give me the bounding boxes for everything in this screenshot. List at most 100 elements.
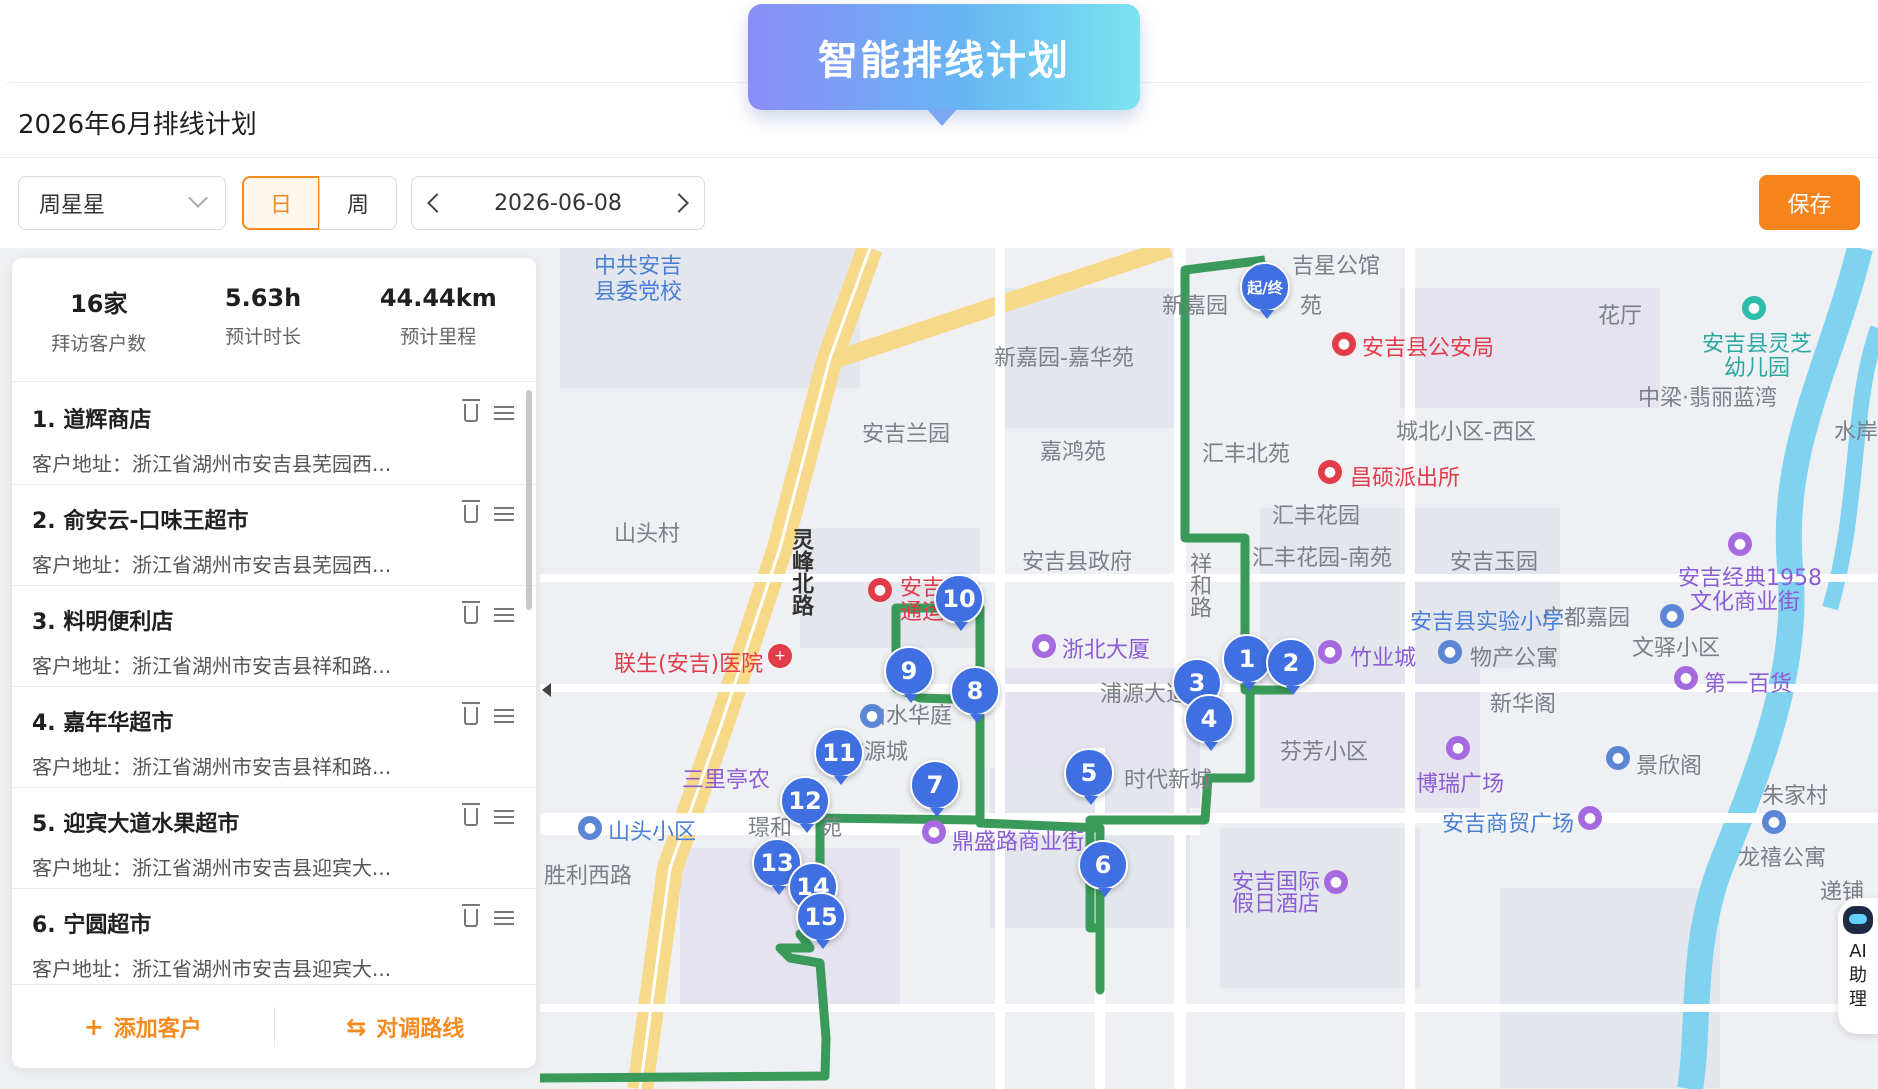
drag-handle-icon[interactable] — [494, 608, 514, 622]
map-label: 汇丰花园-南苑 — [1252, 546, 1392, 571]
route-start-marker[interactable]: 起/终 — [1240, 262, 1290, 319]
map-label: 县委党校 — [594, 280, 683, 305]
stat-visit-count: 16家 拜访客户数 — [51, 284, 146, 381]
map-label: 花厅 — [1598, 304, 1643, 329]
drag-handle-icon[interactable] — [494, 810, 514, 824]
stat-label: 预计时长 — [225, 326, 302, 348]
residence-poi-icon: ● — [1438, 640, 1462, 664]
road-label: 祥和路 — [1186, 552, 1211, 618]
poi-icon: ● — [868, 578, 892, 602]
map-label: 文化商业街 — [1690, 590, 1801, 615]
chevron-left-icon[interactable] — [427, 193, 447, 213]
map-label: 朱家村 — [1762, 784, 1829, 809]
map-label: 昌硕派出所 — [1350, 466, 1461, 491]
drag-handle-icon[interactable] — [494, 709, 514, 723]
trash-icon[interactable] — [462, 601, 480, 624]
trash-icon[interactable] — [462, 500, 480, 523]
map-label: 安吉玉园 — [1450, 550, 1539, 575]
map-label: 龙禧公寓 — [1738, 846, 1827, 871]
mall-poi-icon: ● — [1032, 634, 1056, 658]
map-label: 鼎盛路商业街 — [952, 830, 1085, 855]
page-banner: 智能排线计划 — [748, 4, 1140, 110]
map-label: 山头小区 — [608, 820, 697, 845]
stat-label: 拜访客户数 — [51, 333, 147, 355]
hospital-poi-icon: + — [768, 644, 792, 668]
chevron-down-icon — [188, 188, 208, 208]
customer-address: 客户地址：浙江省湖州市安吉县芜园西... — [32, 452, 392, 476]
route-stop-marker[interactable]: 7 — [910, 760, 960, 817]
trash-icon[interactable] — [462, 702, 480, 725]
map-label: 汇丰北苑 — [1202, 442, 1291, 467]
list-item[interactable]: 2. 俞安云-口味王超市 客户地址：浙江省湖州市安吉县芜园西... — [12, 485, 536, 586]
map-label: 景欣阁 — [1636, 754, 1703, 779]
route-stop-marker[interactable]: 15 — [796, 892, 846, 949]
route-stop-marker[interactable]: 9 — [884, 646, 934, 703]
route-stop-marker[interactable]: 4 — [1184, 694, 1234, 751]
customer-name: 3. 料明便利店 — [32, 610, 174, 635]
collapse-panel-icon[interactable] — [540, 680, 554, 700]
map-label: 汇丰花园 — [1272, 504, 1361, 529]
mall-poi-icon: ● — [1446, 736, 1470, 760]
current-date[interactable]: 2026-06-08 — [494, 191, 622, 216]
trash-icon[interactable] — [462, 399, 480, 422]
route-stop-marker[interactable]: 2 — [1266, 638, 1316, 695]
stat-duration: 5.63h 预计时长 — [225, 284, 301, 381]
chevron-right-icon[interactable] — [669, 193, 689, 213]
customer-name: 2. 俞安云-口味王超市 — [32, 509, 249, 534]
map-label: 文驿小区 — [1632, 636, 1721, 661]
road-label: 灵峰北路 — [788, 528, 813, 616]
swap-icon: ⇆ — [346, 1012, 367, 1041]
ai-assistant-button[interactable]: AI助理 — [1838, 898, 1878, 1034]
route-stop-marker[interactable]: 5 — [1064, 748, 1114, 805]
route-stop-marker[interactable]: 8 — [950, 666, 1000, 723]
list-item[interactable]: 1. 道辉商店 客户地址：浙江省湖州市安吉县芜园西... — [12, 384, 536, 485]
mall-poi-icon: ● — [922, 820, 946, 844]
map-label: 物产公寓 — [1470, 646, 1559, 671]
mall-poi-icon: ● — [1674, 666, 1698, 690]
map-label: 新嘉园 — [1162, 294, 1229, 319]
map-label: 水岸 — [1834, 420, 1878, 445]
mall-poi-icon: ● — [1318, 640, 1342, 664]
map-label: 中梁·翡丽蓝湾 — [1638, 386, 1777, 411]
map-label: 第一百货 — [1704, 672, 1793, 697]
map-label: 新嘉园-嘉华苑 — [994, 346, 1134, 371]
school-poi-icon: ● — [1742, 296, 1766, 320]
route-stop-marker[interactable]: 11 — [814, 728, 864, 785]
map-label: 竹业城 — [1350, 646, 1417, 671]
add-customer-button[interactable]: + 添加客户 — [12, 1011, 274, 1043]
salesperson-value: 周星星 — [39, 193, 106, 218]
trash-icon[interactable] — [462, 904, 480, 927]
view-week-button[interactable]: 周 — [319, 176, 397, 230]
route-stop-marker[interactable]: 6 — [1078, 840, 1128, 897]
drag-handle-icon[interactable] — [494, 406, 514, 420]
route-stop-marker[interactable]: 12 — [780, 776, 830, 833]
route-stop-marker[interactable]: 1 — [1222, 634, 1272, 691]
route-stop-marker[interactable]: 10 — [934, 574, 984, 631]
residence-poi-icon: ● — [1762, 810, 1786, 834]
river-branch — [1822, 325, 1878, 611]
map-label: 幼儿园 — [1724, 356, 1791, 381]
adjust-route-button[interactable]: ⇆ 对调路线 — [275, 1011, 537, 1043]
drag-handle-icon[interactable] — [494, 507, 514, 521]
save-button[interactable]: 保存 — [1759, 175, 1860, 230]
ai-assistant-label: AI助理 — [1849, 941, 1867, 1010]
customer-address: 客户地址：浙江省湖州市安吉县祥和路... — [32, 755, 392, 779]
map-label: 芬芳小区 — [1280, 740, 1369, 765]
list-item[interactable]: 5. 迎宾大道水果超市 客户地址：浙江省湖州市安吉县迎宾大... — [12, 788, 536, 889]
list-item[interactable]: 4. 嘉年华超市 客户地址：浙江省湖州市安吉县祥和路... — [12, 687, 536, 788]
list-scrollbar[interactable] — [526, 390, 532, 610]
police-poi-icon: ● — [1332, 332, 1356, 356]
residence-poi-icon: ● — [1606, 746, 1630, 770]
road-label: 胜利西路 — [544, 864, 633, 889]
drag-handle-icon[interactable] — [494, 911, 514, 925]
map-label: 联生(安吉)医院 — [614, 652, 764, 677]
view-day-button[interactable]: 日 — [242, 176, 320, 230]
customer-name: 5. 迎宾大道水果超市 — [32, 812, 240, 837]
customer-panel: 16家 拜访客户数 5.63h 预计时长 44.44km 预计里程 1. 道辉商… — [12, 258, 536, 1068]
salesperson-select[interactable]: 周星星 — [18, 176, 226, 230]
stat-value: 44.44km — [379, 284, 497, 312]
trash-icon[interactable] — [462, 803, 480, 826]
list-item[interactable]: 6. 宁圆超市 客户地址：浙江省湖州市安吉县迎宾大... — [12, 889, 536, 984]
list-item[interactable]: 3. 料明便利店 客户地址：浙江省湖州市安吉县祥和路... — [12, 586, 536, 687]
customer-name: 4. 嘉年华超市 — [32, 711, 174, 736]
